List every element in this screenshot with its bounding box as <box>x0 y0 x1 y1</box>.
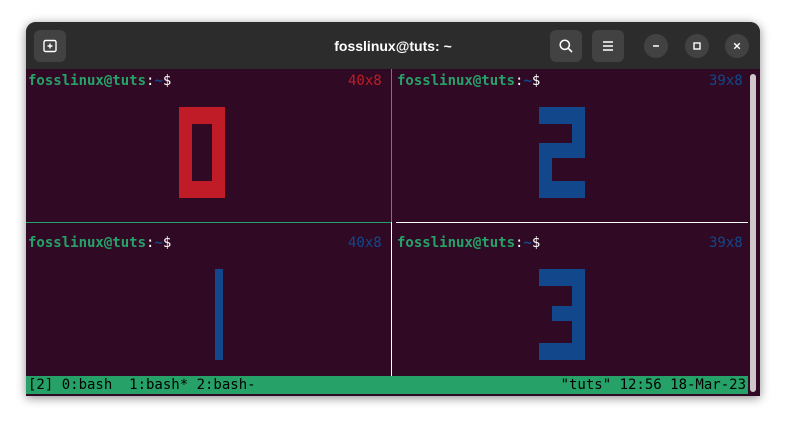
pane-0-dims: 40x8 <box>348 73 382 89</box>
close-icon <box>733 42 741 50</box>
terminal-area[interactable]: fosslinux@tuts:~$ 40x8 fosslinux@tuts:~$… <box>26 69 748 396</box>
prompt-path: ~ <box>154 235 163 251</box>
pane-border-horizontal-right[interactable] <box>396 222 748 223</box>
pane-0-digit <box>179 107 225 198</box>
prompt-user-host: fosslinux@tuts <box>397 235 516 251</box>
pane-1-digit-shape <box>215 269 223 360</box>
pane-3-digit <box>539 269 585 360</box>
pane-2-dims: 39x8 <box>709 73 743 89</box>
pane-1-dims: 40x8 <box>348 235 382 251</box>
minimize-button[interactable] <box>644 34 668 58</box>
minimize-icon <box>653 45 659 47</box>
pane-border-vertical-top[interactable] <box>391 69 392 222</box>
scrollbar[interactable] <box>750 74 756 392</box>
status-window-list: [2] 0:bash 1:bash* 2:bash- <box>28 377 256 393</box>
hamburger-menu-icon <box>603 41 613 51</box>
prompt-dollar: $ <box>531 73 541 89</box>
pane-2-digit <box>539 107 585 198</box>
prompt-user-host: fosslinux@tuts <box>397 73 516 89</box>
maximize-icon <box>693 42 701 50</box>
prompt-path: ~ <box>523 235 532 251</box>
titlebar: fosslinux@tuts: ~ <box>26 22 760 69</box>
pane-0-prompt: fosslinux@tuts:~$ <box>28 73 171 89</box>
pane-3-digit-shape <box>539 269 585 360</box>
status-host-time: "tuts" 12:56 18-Mar-23 <box>560 377 746 393</box>
prompt-path: ~ <box>523 73 532 89</box>
prompt-dollar: $ <box>162 73 172 89</box>
prompt-path: ~ <box>154 73 163 89</box>
search-icon <box>559 39 573 53</box>
close-button[interactable] <box>725 34 749 58</box>
terminal-window: fosslinux@tuts: ~ fosslinux@tuts:~$ 40x8… <box>26 22 760 396</box>
pane-1-digit <box>215 269 223 360</box>
pane-2-digit-shape <box>539 107 585 198</box>
pane-border-horizontal-left[interactable] <box>26 222 391 223</box>
pane-border-vertical-bottom[interactable] <box>391 222 392 376</box>
tmux-status-bar: [2] 0:bash 1:bash* 2:bash- "tuts" 12:56 … <box>26 376 748 394</box>
menu-button[interactable] <box>592 30 624 62</box>
prompt-dollar: $ <box>531 235 541 251</box>
maximize-button[interactable] <box>685 34 709 58</box>
pane-1-prompt: fosslinux@tuts:~$ <box>28 235 171 251</box>
prompt-user-host: fosslinux@tuts <box>28 73 147 89</box>
pane-2-prompt: fosslinux@tuts:~$ <box>397 73 540 89</box>
pane-3-dims: 39x8 <box>709 235 743 251</box>
prompt-dollar: $ <box>162 235 172 251</box>
pane-0-digit-shape <box>179 107 225 198</box>
prompt-user-host: fosslinux@tuts <box>28 235 147 251</box>
pane-3-prompt: fosslinux@tuts:~$ <box>397 235 540 251</box>
search-button[interactable] <box>550 30 582 62</box>
